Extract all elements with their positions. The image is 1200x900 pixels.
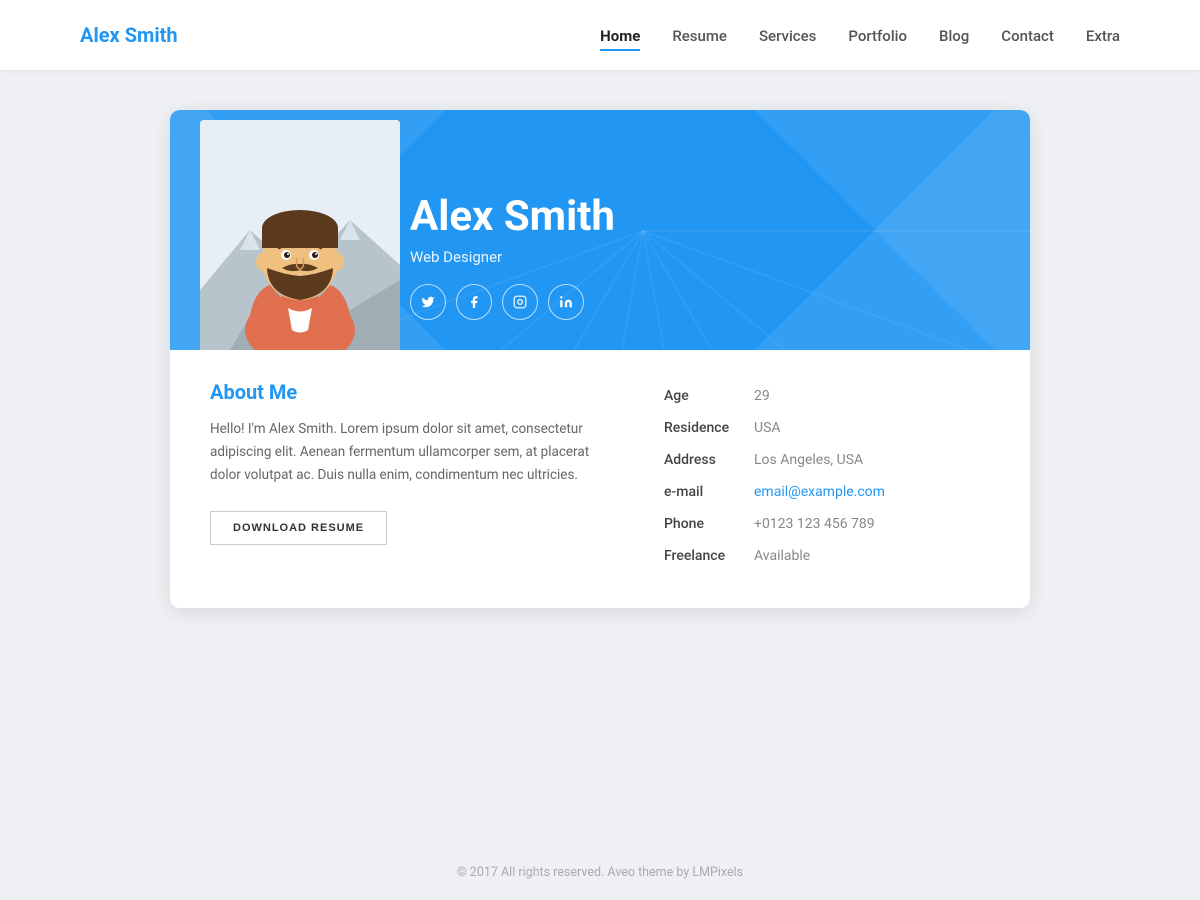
about-left: About Me Hello! I'm Alex Smith. Lorem ip… <box>200 380 620 572</box>
hero-ray <box>643 230 1030 232</box>
main-content: Alex Smith Web Designer <box>0 70 1200 845</box>
nav-item-extra[interactable]: Extra <box>1086 26 1120 45</box>
avatar-illustration <box>200 120 400 350</box>
about-right: Age29ResidenceUSAAddressLos Angeles, USA… <box>660 380 990 572</box>
logo-blue: Smith <box>125 23 178 47</box>
info-row: ResidenceUSA <box>660 412 990 444</box>
info-label: Address <box>660 444 750 476</box>
about-heading-blue: Me <box>269 380 297 404</box>
hero-section: Alex Smith Web Designer <box>170 110 1030 350</box>
logo-black: Alex <box>80 23 125 47</box>
profile-card: Alex Smith Web Designer <box>170 110 1030 608</box>
info-table: Age29ResidenceUSAAddressLos Angeles, USA… <box>660 380 990 572</box>
hero-title: Web Designer <box>410 248 615 266</box>
twitter-icon[interactable] <box>410 284 446 320</box>
nav-link-blog[interactable]: Blog <box>939 27 969 45</box>
nav-item-portfolio[interactable]: Portfolio <box>848 26 907 45</box>
social-icons <box>410 284 615 320</box>
about-heading-black: About <box>210 380 269 404</box>
hero-ray <box>642 230 950 350</box>
info-label: Residence <box>660 412 750 444</box>
about-section: About Me Hello! I'm Alex Smith. Lorem ip… <box>170 350 1030 608</box>
info-value: Available <box>750 540 990 572</box>
about-bio: Hello! I'm Alex Smith. Lorem ipsum dolor… <box>210 418 620 487</box>
nav-link-resume[interactable]: Resume <box>672 27 727 45</box>
nav-links: Home Resume Services Portfolio Blog Contact Ex… <box>600 26 1120 45</box>
info-row: e-mailemail@example.com <box>660 476 990 508</box>
info-row: FreelanceAvailable <box>660 540 990 572</box>
nav-link-home[interactable]: Home <box>600 27 640 51</box>
hero-ray <box>642 231 713 350</box>
nav-link-extra[interactable]: Extra <box>1086 27 1120 45</box>
site-logo[interactable]: Alex Smith <box>80 23 178 47</box>
info-value[interactable]: email@example.com <box>750 476 990 508</box>
hero-name: Alex Smith <box>410 194 615 240</box>
info-label: e-mail <box>660 476 750 508</box>
info-label: Freelance <box>660 540 750 572</box>
linkedin-icon[interactable] <box>548 284 584 320</box>
info-label: Age <box>660 380 750 412</box>
hero-ray <box>642 231 844 351</box>
download-resume-button[interactable]: DOWNLOAD RESUME <box>210 511 387 545</box>
info-value: USA <box>750 412 990 444</box>
info-row: AddressLos Angeles, USA <box>660 444 990 476</box>
info-value: 29 <box>750 380 990 412</box>
footer: © 2017 All rights reserved. Aveo theme b… <box>0 845 1200 900</box>
footer-text: © 2017 All rights reserved. Aveo theme b… <box>457 865 743 880</box>
nav-link-services[interactable]: Services <box>759 27 816 45</box>
nav-link-portfolio[interactable]: Portfolio <box>848 27 907 45</box>
navbar: Alex Smith Home Resume Services Portfolio Bl… <box>0 0 1200 70</box>
instagram-icon[interactable] <box>502 284 538 320</box>
nav-item-resume[interactable]: Resume <box>672 26 727 45</box>
about-heading: About Me <box>210 380 620 404</box>
info-row: Phone+0123 123 456 789 <box>660 508 990 540</box>
nav-item-contact[interactable]: Contact <box>1001 26 1054 45</box>
hero-ray <box>643 230 1020 350</box>
facebook-icon[interactable] <box>456 284 492 320</box>
nav-link-contact[interactable]: Contact <box>1001 27 1054 45</box>
nav-item-services[interactable]: Services <box>759 26 816 45</box>
info-value: Los Angeles, USA <box>750 444 990 476</box>
info-row: Age29 <box>660 380 990 412</box>
nav-item-blog[interactable]: Blog <box>939 26 969 45</box>
nav-item-home[interactable]: Home <box>600 26 640 45</box>
avatar-wrapper <box>200 120 400 350</box>
info-value: +0123 123 456 789 <box>750 508 990 540</box>
info-label: Phone <box>660 508 750 540</box>
hero-info: Alex Smith Web Designer <box>410 194 615 320</box>
